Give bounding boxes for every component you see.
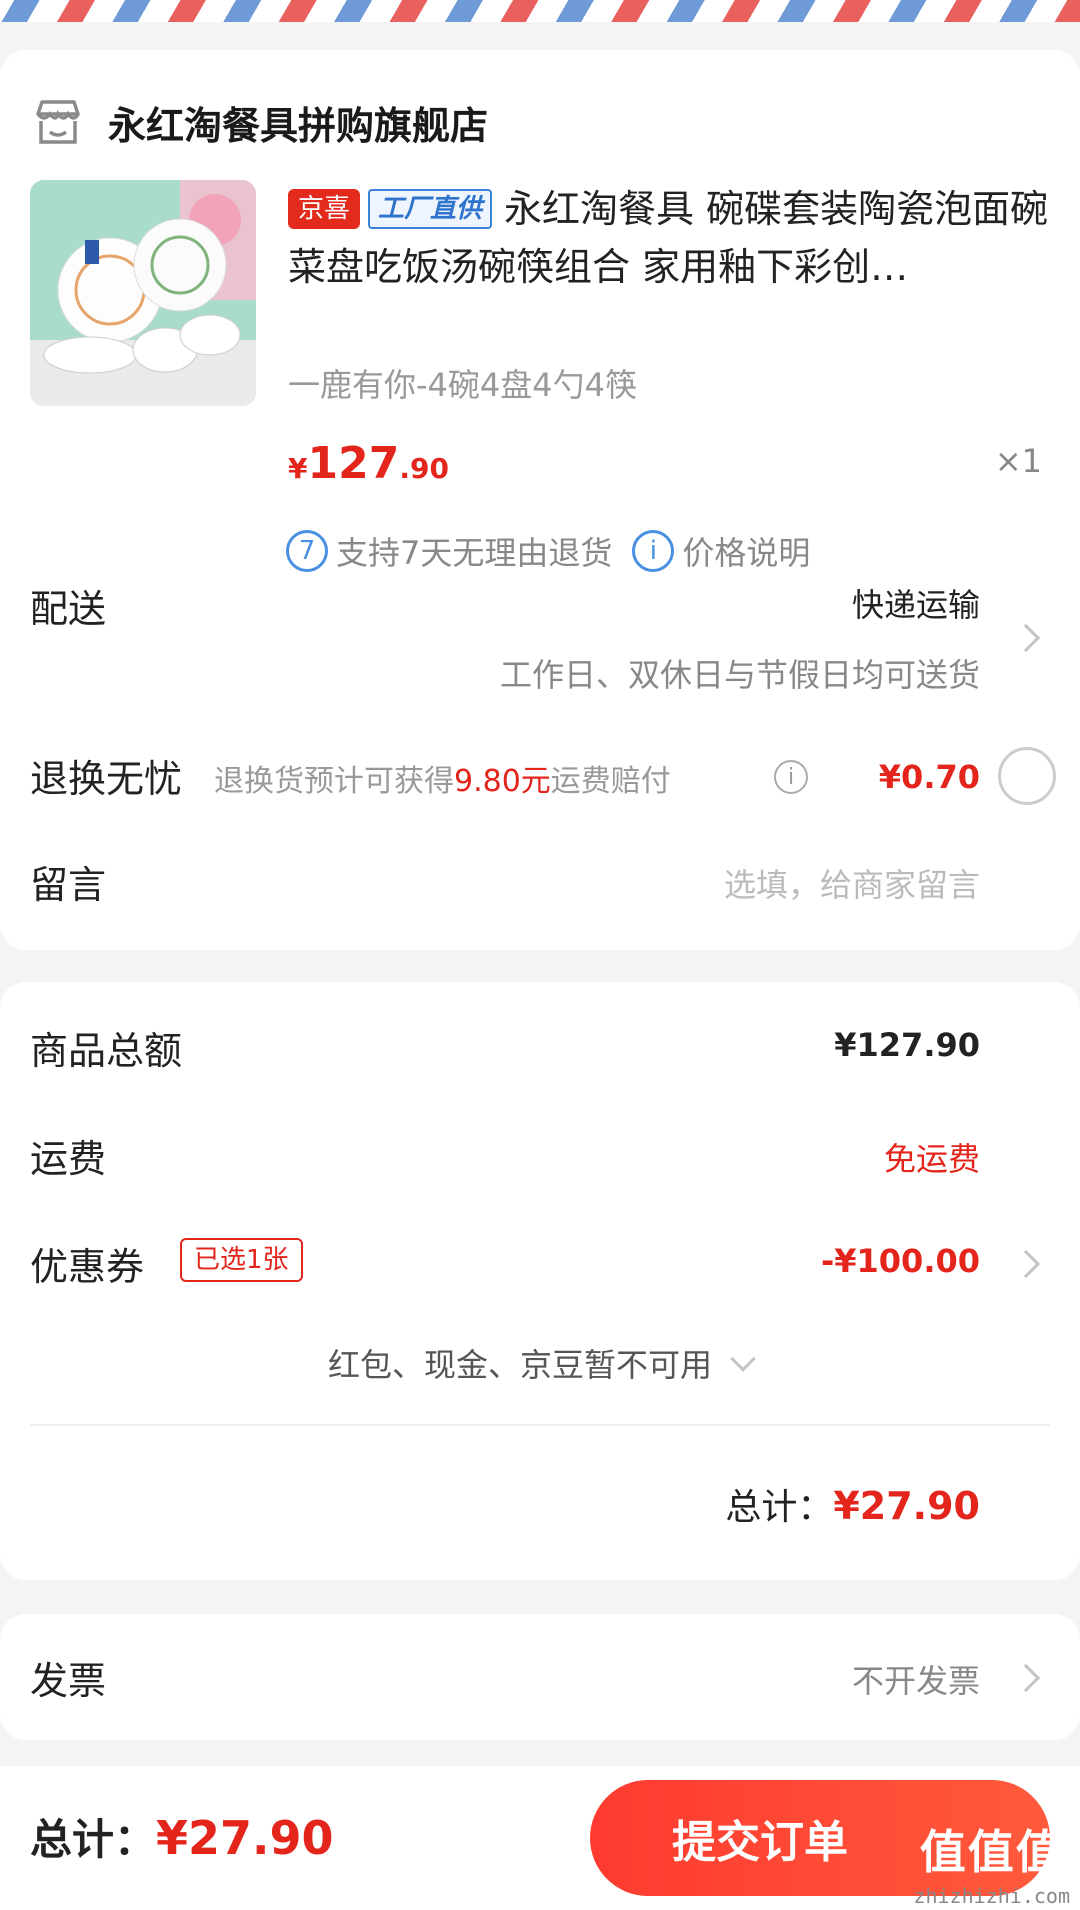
exchange-desc-suffix: 运费赔付: [550, 764, 671, 799]
invoice-chevron-icon[interactable]: [1011, 1663, 1041, 1693]
goods-total-value: ¥127.90: [834, 1026, 980, 1064]
coupon-selected-badge: 已选1张: [180, 1238, 303, 1282]
summary-total: 总计：¥27.90: [725, 1478, 980, 1530]
goods-total-label: 商品总额: [30, 1029, 183, 1073]
bottom-total-value: ¥27.90: [156, 1811, 334, 1865]
summary-total-label: 总计：: [725, 1487, 834, 1528]
exchange-label: 退换无忧: [30, 757, 183, 801]
product-quantity: ×1: [994, 442, 1042, 480]
message-label: 留言: [30, 863, 107, 907]
price-decimal: .90: [399, 452, 449, 485]
product-title-box[interactable]: 京喜 工厂直供 永红淘餐具 碗碟套装陶瓷泡面碗菜盘吃饭汤碗筷组合 家用釉下彩创…: [288, 180, 1058, 296]
price-currency: ¥: [288, 452, 308, 485]
service-row: 7 支持7天无理由退货 i 价格说明: [286, 528, 810, 574]
invoice-card[interactable]: 发票 不开发票: [0, 1614, 1080, 1740]
price-integer: 127: [307, 438, 400, 489]
exchange-desc-amount: 9.80元: [454, 764, 551, 799]
watermark-logo: 值值值: [919, 1825, 1064, 1879]
order-item-card: 永红淘餐具拼购旗舰店 京喜 工厂直供 永红淘餐具 碗碟套装陶瓷泡面碗菜盘吃饭汤碗筷组…: [0, 50, 1080, 950]
delivery-note: 工作日、双休日与节假日均可送货: [499, 656, 980, 694]
price-explanation-link[interactable]: 价格说明: [682, 528, 810, 574]
unavailable-text: 红包、现金、京豆暂不可用: [327, 1346, 712, 1384]
unavailable-toggle[interactable]: 红包、现金、京豆暂不可用: [0, 1340, 1080, 1386]
jingxi-tag: 京喜: [288, 189, 361, 229]
exchange-radio[interactable]: [998, 747, 1056, 805]
exchange-info-icon[interactable]: i: [774, 760, 808, 794]
exchange-desc-prefix: 退换货预计可获得: [214, 764, 454, 799]
exchange-price: ¥0.70: [878, 758, 980, 796]
summary-total-value: ¥27.90: [833, 1484, 980, 1528]
dinnerware-illustration: [30, 180, 256, 406]
price-summary-card: 商品总额 ¥127.90 运费 免运费 优惠券 已选1张 -¥100.00 红包…: [0, 982, 1080, 1580]
info-icon: i: [632, 530, 675, 572]
bottom-bar: 总计：¥27.90 提交订单 值值值 zhizhizhi.com: [0, 1766, 1080, 1910]
shipping-label: 运费: [30, 1137, 107, 1181]
bottom-total: 总计：¥27.90: [30, 1806, 334, 1867]
delivery-method[interactable]: 快递运输: [852, 580, 980, 626]
return-policy-label[interactable]: 支持7天无理由退货: [336, 528, 612, 574]
product-image[interactable]: [30, 180, 256, 406]
product-variant: 一鹿有你-4碗4盘4勺4筷: [288, 366, 637, 404]
divider: [30, 1424, 1050, 1426]
shipping-value: 免运费: [883, 1140, 980, 1178]
watermark: 值值值 zhizhizhi.com: [913, 1816, 1070, 1908]
exchange-description: 退换货预计可获得9.80元运费赔付: [214, 756, 671, 800]
bottom-total-label: 总计：: [30, 1815, 157, 1864]
delivery-label: 配送: [30, 587, 107, 631]
store-icon: [36, 100, 80, 144]
product-price: ¥127.90: [288, 438, 449, 489]
message-input[interactable]: 选填，给商家留言: [724, 860, 980, 906]
coupon-label: 优惠券: [30, 1245, 145, 1289]
delivery-chevron-icon[interactable]: [1011, 623, 1041, 653]
shop-header[interactable]: 永红淘餐具拼购旗舰店: [30, 82, 488, 162]
invoice-label: 发票: [30, 1659, 107, 1703]
coupon-chevron-icon[interactable]: [1011, 1249, 1041, 1279]
coupon-value[interactable]: -¥100.00: [821, 1242, 980, 1280]
watermark-url: zhizhizhi.com: [913, 1884, 1070, 1908]
airmail-border: [0, 0, 1080, 22]
shop-name: 永红淘餐具拼购旗舰店: [108, 103, 489, 148]
chevron-down-icon: [730, 1346, 756, 1372]
factory-direct-tag: 工厂直供: [368, 189, 493, 229]
invoice-value[interactable]: 不开发票: [852, 1656, 980, 1702]
seven-day-return-icon: 7: [286, 530, 328, 572]
